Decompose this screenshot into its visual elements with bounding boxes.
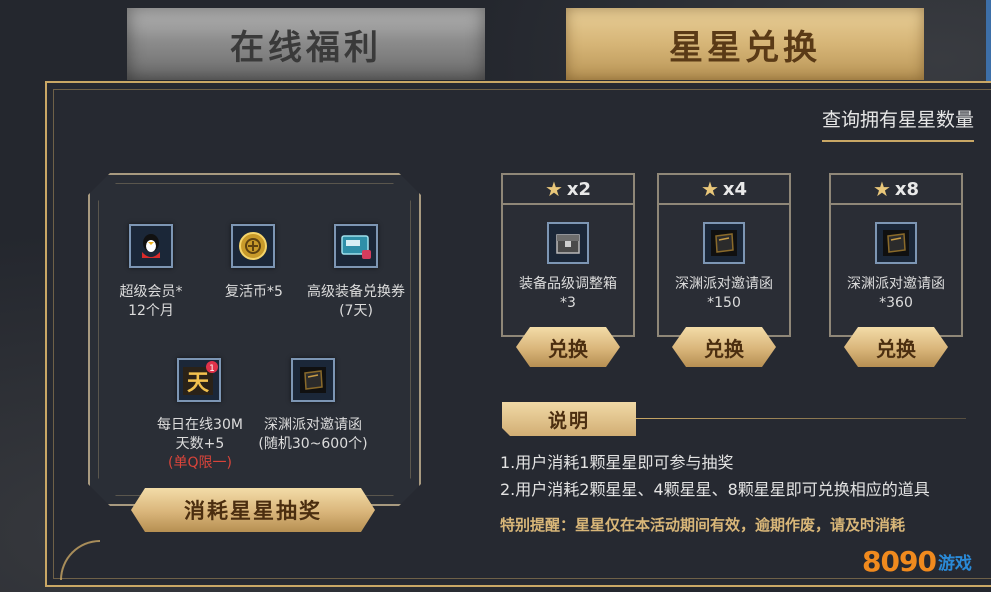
exchange-button-x4[interactable]: 兑换 (672, 327, 776, 367)
notes-divider (636, 418, 966, 419)
card-item-label: 深渊派对邀请函 *360 (847, 276, 945, 311)
exchange-card-x2: ★ x2 装备品级调整箱 *3 (501, 173, 635, 337)
item-label-super-vip: 超级会员* 12个月 (119, 284, 183, 319)
card-item-label: 装备品级调整箱 *3 (519, 276, 617, 311)
abyss-invite-icon (291, 358, 335, 402)
exchange-card-x4: ★ x4 深渊派对邀请函 *150 (657, 173, 791, 337)
tab-star-exchange[interactable]: 星星兑换 (566, 8, 924, 80)
equipment-box-icon (547, 222, 589, 264)
consume-stars-lottery-button[interactable]: 消耗星星抽奖 (131, 488, 375, 532)
notes-line-2: 2.用户消耗2颗星星、4颗星星、8颗星星即可兑换相应的道具 (500, 480, 930, 499)
star-icon: ★ (872, 177, 891, 201)
svg-text:1: 1 (209, 364, 215, 374)
qq-penguin-icon (129, 224, 173, 268)
equipment-ticket-icon (334, 224, 378, 268)
site-logo: 8090 游戏 (862, 544, 972, 578)
exchange-button-x2[interactable]: 兑换 (516, 327, 620, 367)
item-label-daily-online: 每日在线30M 天数+5 (单Q限一) (157, 417, 243, 471)
item-label-revive-coin: 复活币*5 (225, 284, 283, 300)
card-cost: ★ x8 (831, 175, 961, 205)
star-icon: ★ (544, 177, 563, 201)
revive-coin-icon (231, 224, 275, 268)
special-reminder: 特别提醒：星星仅在本活动期间有效，逾期作废，请及时消耗 (500, 516, 906, 534)
notes-title: 说明 (502, 402, 636, 436)
abyss-invite-icon (875, 222, 917, 264)
card-item-label: 深渊派对邀请函 *150 (675, 276, 773, 311)
card-cost: ★ x2 (503, 175, 633, 205)
exchange-button-x8[interactable]: 兑换 (844, 327, 948, 367)
query-stars-link[interactable]: 查询拥有星星数量 (822, 105, 975, 142)
star-icon: ★ (700, 177, 719, 201)
exchange-card-x8: ★ x8 深渊派对邀请函 *360 (829, 173, 963, 337)
abyss-invite-icon (703, 222, 745, 264)
tab-online-benefits[interactable]: 在线福利 (127, 8, 485, 80)
card-cost: ★ x4 (659, 175, 789, 205)
notes-line-1: 1.用户消耗1颗星星即可参与抽奖 (500, 453, 734, 472)
item-label-equipment-ticket: 高级装备兑换券 (7天) (307, 284, 405, 319)
day-badge-icon: 天 1 (177, 358, 221, 402)
svg-text:天: 天 (187, 371, 210, 396)
item-label-abyss-invite: 深渊派对邀请函 (随机30~600个) (258, 417, 368, 452)
